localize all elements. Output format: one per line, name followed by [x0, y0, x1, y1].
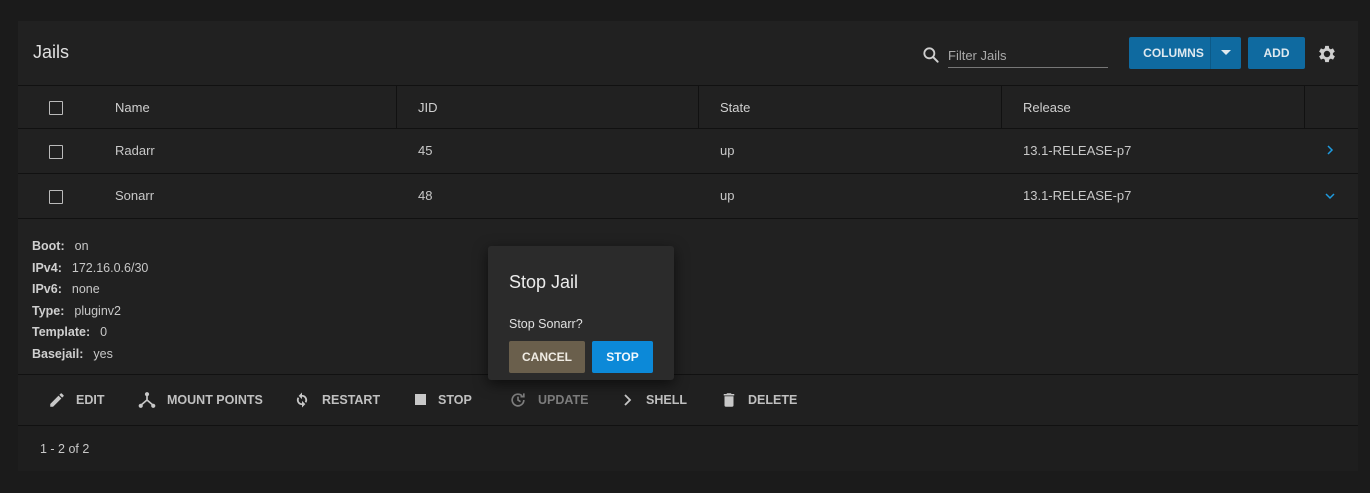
stop-icon — [415, 394, 426, 405]
column-divider — [1001, 86, 1002, 129]
table-row[interactable]: Sonarr 48 up 13.1-RELEASE-p7 — [18, 174, 1358, 219]
stop-button[interactable]: STOP — [414, 375, 472, 425]
columns-button[interactable]: COLUMNS — [1129, 37, 1241, 69]
jail-details: Boot: on IPv4: 172.16.0.6/30 IPv6: none Typ… — [32, 236, 148, 365]
mount-points-button[interactable]: MOUNT POINTS — [137, 375, 263, 425]
add-button[interactable]: ADD — [1248, 37, 1305, 69]
chevron-down-icon[interactable] — [1210, 37, 1241, 69]
trash-icon — [723, 393, 735, 407]
cell-release: 13.1-RELEASE-p7 — [1023, 188, 1132, 203]
confirm-stop-button[interactable]: STOP — [592, 341, 653, 373]
filter-jails-input[interactable] — [948, 45, 1108, 68]
dialog-message: Stop Sonarr? — [509, 317, 583, 331]
table-footer: 1 - 2 of 2 — [18, 425, 1358, 471]
update-button[interactable]: UPDATE — [508, 375, 588, 425]
column-divider — [698, 86, 699, 129]
jails-card: Jails COLUMNS ADD Name JID State Release… — [18, 21, 1358, 471]
pagination-range: 1 - 2 of 2 — [40, 442, 90, 456]
action-bar: EDIT MOUNT POINTS RESTART STOP UPDATE SH… — [18, 374, 1358, 425]
cancel-button[interactable]: CANCEL — [509, 341, 585, 373]
row-checkbox[interactable] — [49, 145, 63, 159]
column-header-release[interactable]: Release — [1023, 86, 1071, 129]
chevron-right-icon[interactable] — [1324, 144, 1336, 156]
restart-button[interactable]: RESTART — [292, 375, 380, 425]
row-checkbox[interactable] — [49, 190, 63, 204]
delete-button[interactable]: DELETE — [720, 375, 797, 425]
page-title: Jails — [33, 42, 70, 62]
columns-button-label: COLUMNS — [1143, 46, 1204, 60]
cell-release: 13.1-RELEASE-p7 — [1023, 143, 1132, 158]
cell-name: Sonarr — [115, 188, 155, 203]
detail-basejail: Basejail: yes — [32, 346, 113, 361]
update-icon — [511, 393, 525, 407]
edit-button[interactable]: EDIT — [48, 375, 104, 425]
column-header-jid[interactable]: JID — [418, 86, 438, 129]
cell-jid: 48 — [418, 188, 433, 203]
column-header-state[interactable]: State — [720, 86, 750, 129]
pencil-icon — [50, 393, 64, 407]
column-divider — [1304, 86, 1305, 129]
detail-ipv4: IPv4: 172.16.0.6/30 — [32, 260, 149, 275]
detail-type: Type: pluginv2 — [32, 303, 121, 318]
cell-jid: 45 — [418, 143, 433, 158]
table-header: Name JID State Release — [18, 85, 1358, 129]
gear-icon[interactable] — [1316, 43, 1338, 65]
detail-template: Template: 0 — [32, 325, 108, 339]
table-row[interactable]: Radarr 45 up 13.1-RELEASE-p7 — [18, 129, 1358, 174]
cell-state: up — [720, 143, 735, 158]
cell-state: up — [720, 188, 735, 203]
detail-ipv6: IPv6: none — [32, 282, 100, 296]
column-divider — [396, 86, 397, 129]
cell-name: Radarr — [115, 143, 155, 158]
shell-button[interactable]: SHELL — [622, 375, 687, 425]
mount-points-icon — [138, 392, 156, 408]
detail-boot: Boot: on — [32, 239, 89, 253]
search-icon — [923, 47, 939, 63]
stop-jail-dialog: Stop Jail Stop Sonarr? CANCEL STOP — [488, 246, 674, 380]
shell-icon — [624, 394, 632, 406]
restart-icon — [296, 392, 308, 408]
dialog-title: Stop Jail — [509, 272, 579, 292]
column-header-name[interactable]: Name — [115, 86, 150, 129]
select-all-checkbox[interactable] — [49, 101, 63, 115]
chevron-down-icon[interactable] — [1324, 190, 1336, 202]
